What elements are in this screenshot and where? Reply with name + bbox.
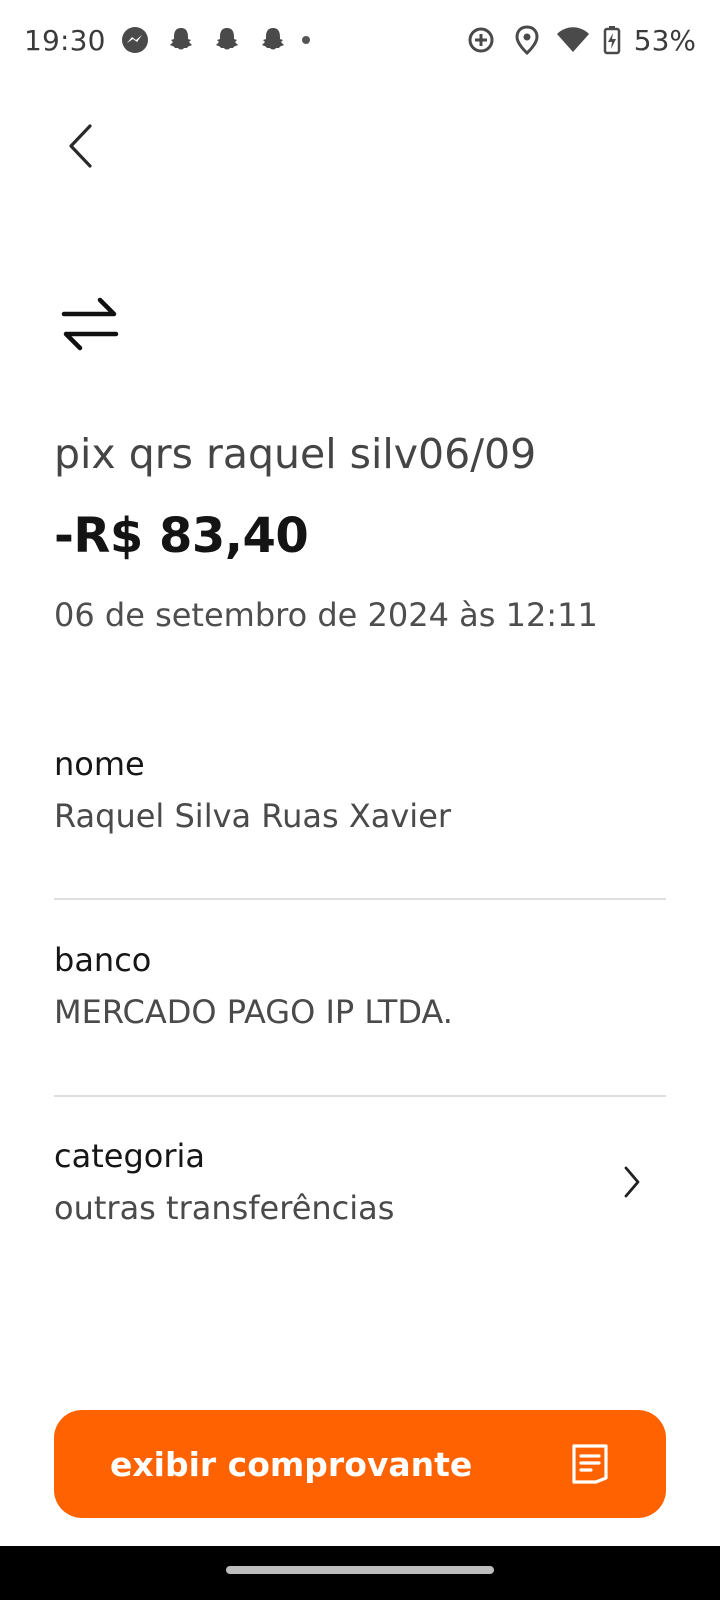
location-icon	[510, 23, 544, 57]
wifi-icon	[556, 23, 590, 57]
data-saver-icon	[464, 23, 498, 57]
show-receipt-button[interactable]: exibir comprovante	[54, 1410, 666, 1518]
divider	[54, 898, 666, 900]
status-bar: 19:30 53%	[0, 0, 720, 80]
snapchat-icon	[164, 23, 198, 57]
dot-icon	[301, 36, 310, 44]
transaction-title: pix qrs raquel silv06/09	[54, 430, 537, 478]
chevron-right-icon	[624, 1166, 640, 1198]
battery-charging-icon	[602, 23, 622, 57]
detail-bank-value: MERCADO PAGO IP LTDA.	[54, 993, 453, 1031]
status-bar-left: 19:30	[24, 23, 310, 57]
detail-category-label: categoria	[54, 1137, 205, 1175]
status-time: 19:30	[24, 23, 106, 57]
detail-name: nome Raquel Silva Ruas Xavier	[54, 744, 666, 836]
chevron-left-icon	[69, 124, 92, 168]
transaction-date: 06 de setembro de 2024 às 12:11	[54, 596, 598, 634]
receipt-icon	[572, 1444, 608, 1484]
status-bar-right: 53%	[464, 23, 696, 57]
home-gesture-handle[interactable]	[226, 1566, 494, 1574]
detail-bank: banco MERCADO PAGO IP LTDA.	[54, 940, 666, 1032]
divider	[54, 1095, 666, 1097]
detail-bank-label: banco	[54, 941, 152, 979]
snapchat-icon	[256, 23, 290, 57]
detail-name-label: nome	[54, 745, 145, 783]
detail-name-value: Raquel Silva Ruas Xavier	[54, 797, 452, 835]
snapchat-icon	[210, 23, 244, 57]
battery-percentage: 53%	[633, 23, 696, 57]
show-receipt-label: exibir comprovante	[110, 1444, 473, 1484]
detail-category-row[interactable]: categoria outras transferências	[54, 1136, 666, 1228]
transfer-arrows-icon	[60, 296, 122, 352]
transaction-amount: -R$ 83,40	[54, 508, 309, 564]
messenger-icon	[118, 23, 152, 57]
detail-category-value: outras transferências	[54, 1189, 395, 1227]
system-navigation-bar	[0, 1546, 720, 1600]
back-button[interactable]	[56, 118, 104, 174]
